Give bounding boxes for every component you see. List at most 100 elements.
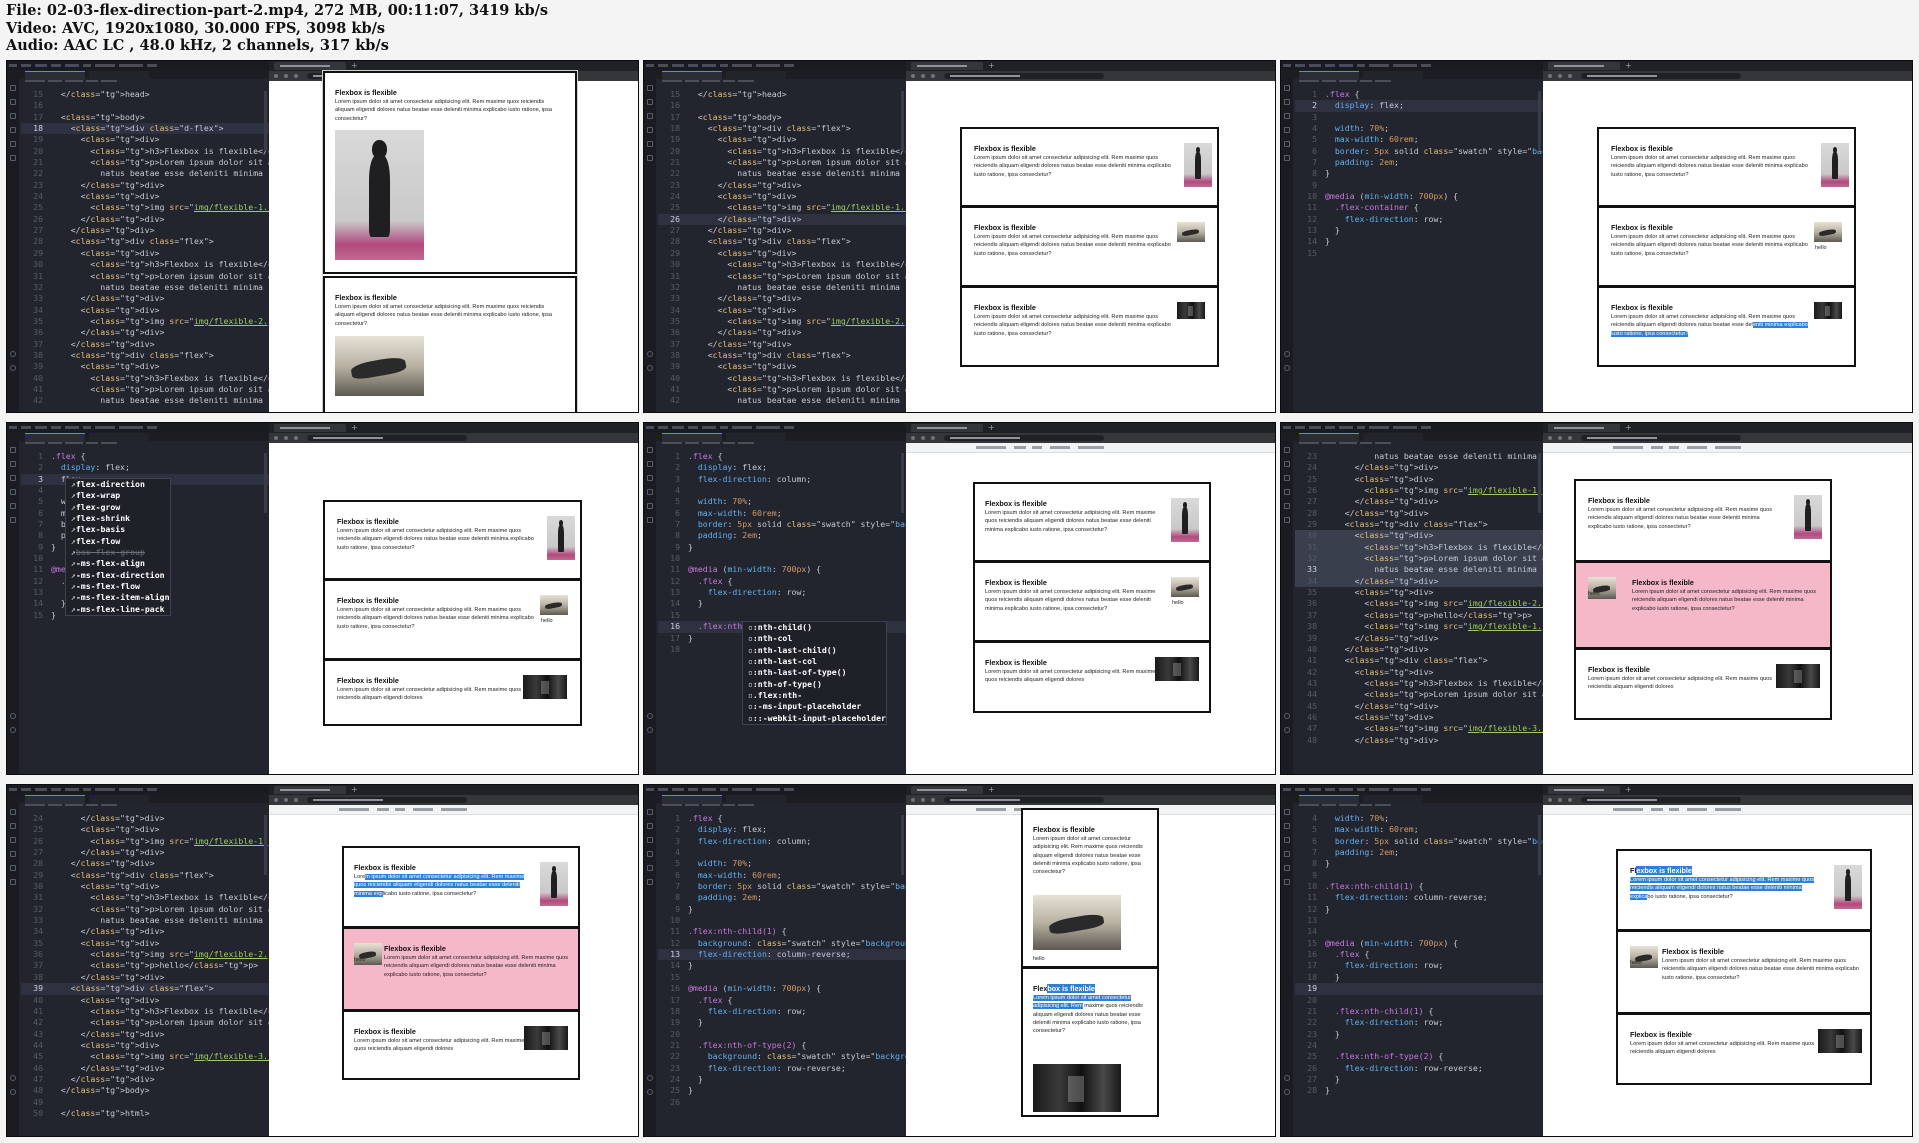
code-area[interactable]: 24 </class="tg">div> 25 <class="tg">div> 2… [21, 813, 269, 1136]
autocomplete-item[interactable]: ↗-ms-flex-item-align [66, 592, 170, 603]
remote-icon[interactable] [647, 879, 653, 885]
autocomplete-item[interactable]: ↗-ms-flex-align [66, 558, 170, 569]
autocomplete-item[interactable]: ↗-ms-flex-line-pack [66, 604, 170, 615]
address-bar[interactable] [944, 797, 1104, 803]
autocomplete-item[interactable]: ↗flex-flow [66, 536, 170, 547]
search-icon[interactable] [1284, 823, 1290, 829]
autocomplete-item[interactable]: ↗box-flex-group [66, 547, 170, 558]
remote-icon[interactable] [1284, 155, 1290, 161]
editor-tab[interactable] [1363, 71, 1423, 80]
code-area[interactable]: 4 width: 70%; 5 max-width: 60rem; 6 border… [1295, 813, 1543, 1136]
remote-icon[interactable] [10, 517, 16, 523]
explorer-icon[interactable] [1284, 85, 1290, 91]
code-area[interactable]: 1 .flex {2 display: flex; 3 flex-direction… [658, 451, 906, 774]
editor-tab[interactable] [662, 795, 722, 804]
search-icon[interactable] [647, 461, 653, 467]
account-icon[interactable] [1284, 351, 1290, 357]
code-area[interactable]: 1 .flex {2 display: flex; 3 4 width: 70%; 5 … [1295, 89, 1543, 412]
debug-icon[interactable] [10, 127, 16, 133]
new-tab-button[interactable]: + [1625, 424, 1632, 432]
video-thumbnail[interactable]: 1 .flex {2 display: flex; 3 flex-direction… [643, 422, 1276, 775]
code-area[interactable]: 23 natus beatae esse deleniti minima 24 <… [1295, 451, 1543, 774]
forward-icon[interactable] [1558, 798, 1562, 802]
new-tab-button[interactable]: + [988, 786, 995, 794]
editor-tab[interactable] [25, 433, 85, 442]
video-thumbnail[interactable]: 24 </class="tg">div> 25 <class="tg">div> 2… [6, 784, 639, 1137]
reload-icon[interactable] [1568, 436, 1572, 440]
debug-icon[interactable] [1284, 127, 1290, 133]
editor-tab[interactable] [89, 433, 149, 442]
address-bar[interactable] [1581, 73, 1741, 79]
browser-tab[interactable] [911, 786, 983, 794]
video-thumbnail[interactable]: 4 width: 70%; 5 max-width: 60rem; 6 border… [1280, 784, 1913, 1137]
reload-icon[interactable] [294, 74, 298, 78]
editor-tab[interactable] [662, 433, 722, 442]
debug-icon[interactable] [647, 127, 653, 133]
browser-tab[interactable] [274, 62, 346, 70]
back-icon[interactable] [1548, 436, 1552, 440]
back-icon[interactable] [1548, 798, 1552, 802]
explorer-icon[interactable] [10, 85, 16, 91]
new-tab-button[interactable]: + [1625, 786, 1632, 794]
editor-tab[interactable] [726, 71, 786, 80]
back-icon[interactable] [274, 74, 278, 78]
new-tab-button[interactable]: + [988, 62, 995, 70]
code-area[interactable]: 15 </class="tg">head> 16 17 <class="tg">bo… [21, 89, 269, 412]
explorer-icon[interactable] [10, 447, 16, 453]
account-icon[interactable] [10, 351, 16, 357]
autocomplete-item[interactable]: ↗-ms-flex-direction [66, 570, 170, 581]
autocomplete-item[interactable]: ▫:-ms-input-placeholder [743, 701, 886, 712]
editor-tab[interactable] [1363, 795, 1423, 804]
source-control-icon[interactable] [647, 113, 653, 119]
address-bar[interactable] [1581, 435, 1741, 441]
autocomplete-item[interactable]: ↗flex-basis [66, 524, 170, 535]
extensions-icon[interactable] [647, 503, 653, 509]
autocomplete-item[interactable]: ▫::-webkit-input-placeholder [743, 713, 886, 724]
address-bar[interactable] [944, 73, 1104, 79]
editor-tab[interactable] [726, 795, 786, 804]
reload-icon[interactable] [931, 798, 935, 802]
extensions-icon[interactable] [1284, 503, 1290, 509]
remote-icon[interactable] [1284, 879, 1290, 885]
source-control-icon[interactable] [10, 113, 16, 119]
extensions-icon[interactable] [647, 865, 653, 871]
search-icon[interactable] [10, 823, 16, 829]
account-icon[interactable] [10, 713, 16, 719]
editor-tab[interactable] [1299, 795, 1359, 804]
source-control-icon[interactable] [1284, 837, 1290, 843]
editor-tab[interactable] [662, 71, 722, 80]
extensions-icon[interactable] [1284, 141, 1290, 147]
forward-icon[interactable] [921, 74, 925, 78]
back-icon[interactable] [274, 436, 278, 440]
autocomplete-item[interactable]: ▫.flex:nth- [743, 690, 886, 701]
editor-tab[interactable] [89, 795, 149, 804]
video-thumbnail[interactable]: 15 </class="tg">head> 16 17 <class="tg">bo… [643, 60, 1276, 413]
forward-icon[interactable] [1558, 74, 1562, 78]
reload-icon[interactable] [1568, 74, 1572, 78]
browser-tab[interactable] [911, 62, 983, 70]
explorer-icon[interactable] [1284, 447, 1290, 453]
editor-scrollbar[interactable] [264, 815, 267, 875]
extensions-icon[interactable] [647, 141, 653, 147]
source-control-icon[interactable] [1284, 113, 1290, 119]
remote-icon[interactable] [1284, 517, 1290, 523]
autocomplete-item[interactable]: ▫:nth-of-type() [743, 679, 886, 690]
account-icon[interactable] [647, 1075, 653, 1081]
forward-icon[interactable] [1558, 436, 1562, 440]
video-thumbnail[interactable]: 1 .flex {2 display: flex; 3 flex-direction… [643, 784, 1276, 1137]
account-icon[interactable] [647, 351, 653, 357]
editor-tab[interactable] [25, 795, 85, 804]
forward-icon[interactable] [284, 74, 288, 78]
video-thumbnail[interactable]: 1 .flex {2 display: flex; 3 4 width: 70%; 5 … [1280, 60, 1913, 413]
address-bar[interactable] [307, 797, 467, 803]
settings-gear-icon[interactable] [10, 727, 16, 733]
account-icon[interactable] [1284, 1075, 1290, 1081]
new-tab-button[interactable]: + [351, 786, 358, 794]
address-bar[interactable] [307, 435, 467, 441]
new-tab-button[interactable]: + [988, 424, 995, 432]
editor-tab[interactable] [89, 71, 149, 80]
autocomplete-item[interactable]: ↗flex-direction [66, 479, 170, 490]
debug-icon[interactable] [10, 851, 16, 857]
settings-gear-icon[interactable] [1284, 365, 1290, 371]
editor-scrollbar[interactable] [1538, 453, 1541, 513]
